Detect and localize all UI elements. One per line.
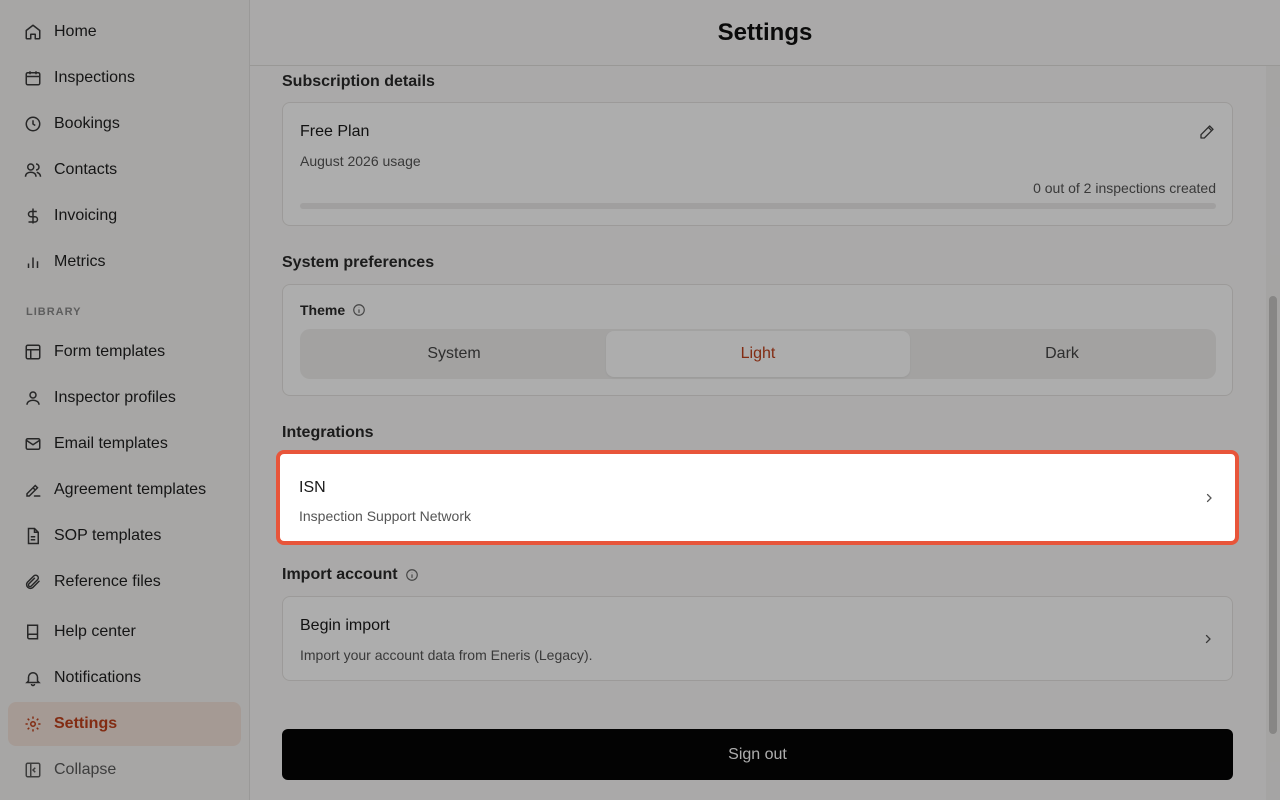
sidebar-item-label: Reference files bbox=[54, 573, 161, 590]
sidebar-item-notifications[interactable]: Notifications bbox=[8, 656, 241, 700]
file-text-icon bbox=[24, 527, 42, 545]
sign-out-button[interactable]: Sign out bbox=[282, 729, 1233, 780]
sidebar-item-inspections[interactable]: Inspections bbox=[8, 56, 241, 100]
chevron-right-icon bbox=[1205, 634, 1211, 643]
user-icon bbox=[24, 389, 42, 407]
preferences-section-title: System preferences bbox=[282, 254, 435, 271]
sidebar: Home Inspections Bookings Contacts Invoi… bbox=[0, 0, 250, 800]
sidebar-item-label: Email templates bbox=[54, 435, 168, 452]
sidebar-item-label: Invoicing bbox=[54, 207, 118, 224]
isn-subtitle: Inspection Support Network bbox=[299, 508, 471, 524]
pencil-icon bbox=[1200, 125, 1214, 139]
sidebar-item-email-templates[interactable]: Email templates bbox=[8, 422, 241, 466]
subscription-section-title: Subscription details bbox=[282, 73, 435, 90]
sidebar-item-metrics[interactable]: Metrics bbox=[8, 240, 241, 284]
scrollbar-thumb[interactable] bbox=[1269, 296, 1277, 734]
page-header: Settings bbox=[250, 0, 1280, 66]
isn-integration-row[interactable]: ISN Inspection Support Network bbox=[276, 450, 1239, 545]
sidebar-item-label: Collapse bbox=[54, 761, 117, 778]
plan-name: Free Plan bbox=[300, 123, 370, 140]
sidebar-item-label: Inspections bbox=[54, 69, 135, 86]
begin-import-title: Begin import bbox=[300, 617, 390, 634]
info-icon[interactable] bbox=[352, 303, 366, 317]
paperclip-icon bbox=[24, 573, 42, 591]
begin-import-subtitle: Import your account data from Eneris (Le… bbox=[300, 647, 593, 663]
preferences-card: Theme System Light Dark bbox=[282, 284, 1233, 396]
sidebar-item-label: Bookings bbox=[54, 115, 120, 132]
import-section-title-text: Import account bbox=[282, 566, 398, 583]
sidebar-item-reference-files[interactable]: Reference files bbox=[8, 560, 241, 604]
sidebar-item-label: Home bbox=[54, 23, 97, 40]
settings-main: Settings Subscription details Free Plan … bbox=[250, 0, 1280, 800]
sidebar-item-settings[interactable]: Settings bbox=[8, 702, 241, 746]
bell-icon bbox=[24, 669, 42, 687]
plan-usage-label: August 2026 usage bbox=[300, 153, 421, 169]
edit-plan-button[interactable] bbox=[1196, 121, 1218, 143]
sidebar-item-help-center[interactable]: Help center bbox=[8, 610, 241, 654]
import-section-title: Import account bbox=[282, 566, 419, 584]
sidebar-item-contacts[interactable]: Contacts bbox=[8, 148, 241, 192]
info-icon[interactable] bbox=[405, 568, 419, 582]
signature-icon bbox=[24, 481, 42, 499]
library-section-label: LIBRARY bbox=[26, 306, 82, 318]
users-icon bbox=[24, 161, 42, 179]
gear-icon bbox=[24, 715, 42, 733]
sidebar-item-label: Form templates bbox=[54, 343, 166, 360]
integrations-section-title: Integrations bbox=[282, 424, 374, 441]
sidebar-item-label: SOP templates bbox=[54, 527, 162, 544]
sidebar-item-label: Inspector profiles bbox=[54, 389, 176, 406]
sidebar-item-home[interactable]: Home bbox=[8, 10, 241, 54]
sidebar-item-label: Help center bbox=[54, 623, 136, 640]
bar-chart-icon bbox=[24, 253, 42, 271]
usage-progress-bar bbox=[300, 203, 1216, 209]
sidebar-item-label: Settings bbox=[54, 715, 118, 732]
theme-option-light[interactable]: Light bbox=[606, 331, 910, 377]
theme-selector: System Light Dark bbox=[300, 329, 1216, 379]
sidebar-item-form-templates[interactable]: Form templates bbox=[8, 330, 241, 374]
layout-icon bbox=[24, 343, 42, 361]
page-title: Settings bbox=[717, 18, 813, 46]
sidebar-item-label: Agreement templates bbox=[54, 481, 207, 498]
book-icon bbox=[24, 623, 42, 641]
clock-icon bbox=[24, 115, 42, 133]
subscription-card: Free Plan August 2026 usage 0 out of 2 i… bbox=[282, 102, 1233, 226]
dollar-icon bbox=[24, 207, 42, 225]
sidebar-item-invoicing[interactable]: Invoicing bbox=[8, 194, 241, 238]
sidebar-item-inspector-profiles[interactable]: Inspector profiles bbox=[8, 376, 241, 420]
begin-import-row[interactable]: Begin import Import your account data fr… bbox=[282, 596, 1233, 681]
sidebar-item-agreement-templates[interactable]: Agreement templates bbox=[8, 468, 241, 512]
theme-option-system[interactable]: System bbox=[302, 331, 606, 377]
sidebar-item-bookings[interactable]: Bookings bbox=[8, 102, 241, 146]
sidebar-item-sop-templates[interactable]: SOP templates bbox=[8, 514, 241, 558]
sidebar-item-label: Contacts bbox=[54, 161, 118, 178]
home-icon bbox=[24, 23, 42, 41]
inspections-count-label: 0 out of 2 inspections created bbox=[1033, 180, 1216, 196]
theme-option-dark[interactable]: Dark bbox=[910, 331, 1214, 377]
isn-title: ISN bbox=[299, 479, 326, 496]
sidebar-collapse-button[interactable]: Collapse bbox=[8, 748, 241, 792]
sidebar-item-label: Metrics bbox=[54, 253, 106, 270]
collapse-icon bbox=[24, 761, 42, 779]
mail-icon bbox=[24, 435, 42, 453]
theme-label-text: Theme bbox=[300, 302, 346, 318]
chevron-right-icon bbox=[1206, 493, 1212, 502]
sidebar-item-label: Notifications bbox=[54, 669, 142, 686]
calendar-icon bbox=[24, 69, 42, 87]
theme-label: Theme bbox=[300, 302, 366, 318]
